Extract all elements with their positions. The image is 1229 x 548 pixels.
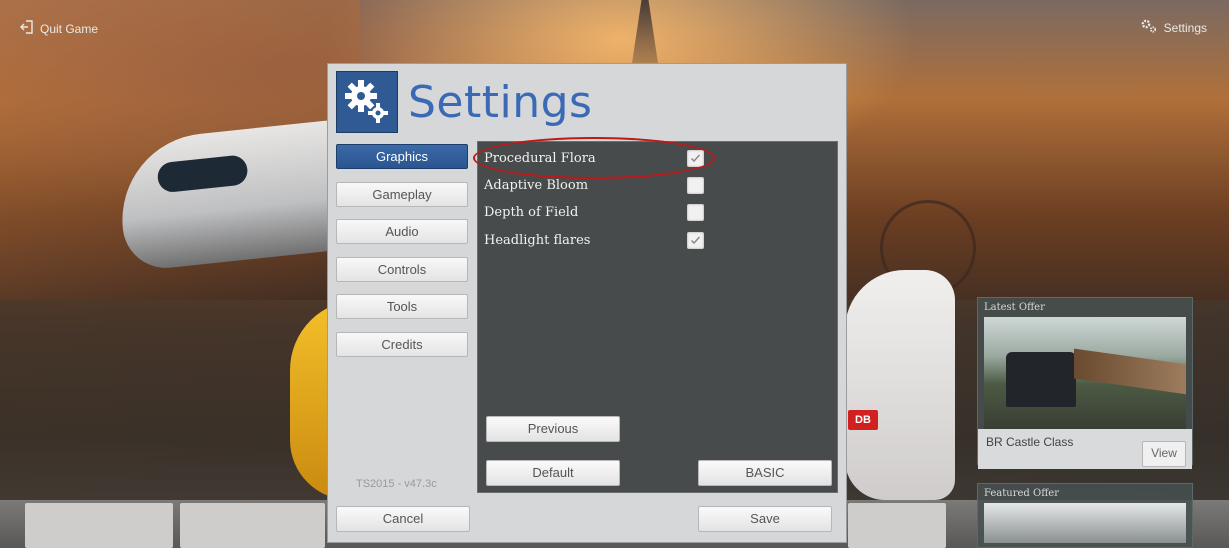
- tab-credits[interactable]: Credits: [336, 332, 468, 357]
- procedural-flora-checkbox[interactable]: [687, 149, 704, 167]
- adaptive-bloom-checkbox[interactable]: [687, 176, 704, 194]
- tab-gameplay[interactable]: Gameplay: [336, 182, 468, 207]
- train-window: [156, 154, 249, 194]
- featured-offer-card[interactable]: Featured Offer: [977, 483, 1193, 548]
- option-headlight-flares[interactable]: Headlight flares: [484, 230, 704, 250]
- featured-offer-image: [984, 503, 1186, 543]
- depth-of-field-checkbox[interactable]: [687, 203, 704, 221]
- coaches: [1074, 348, 1186, 396]
- previous-button[interactable]: Previous: [486, 416, 620, 442]
- latest-offer-footer: BR Castle Class View: [978, 429, 1192, 469]
- settings-dialog: Settings Graphics Gameplay Audio Control…: [327, 63, 847, 543]
- tower-silhouette: [631, 0, 659, 70]
- locomotive: [1006, 352, 1076, 407]
- settings-button[interactable]: Settings: [1140, 18, 1207, 37]
- bottom-tile[interactable]: [848, 503, 946, 548]
- tab-audio[interactable]: Audio: [336, 219, 468, 244]
- settings-label: Settings: [1163, 20, 1207, 35]
- db-logo: DB: [848, 410, 878, 430]
- featured-offer-label: Featured Offer: [984, 488, 1060, 499]
- bottom-tile[interactable]: [25, 503, 173, 548]
- option-depth-of-field[interactable]: Depth of Field: [484, 202, 704, 222]
- tab-graphics[interactable]: Graphics: [336, 144, 468, 169]
- option-adaptive-bloom[interactable]: Adaptive Bloom: [484, 175, 704, 195]
- tab-controls[interactable]: Controls: [336, 257, 468, 282]
- headlight-flares-checkbox[interactable]: [687, 231, 704, 249]
- cancel-button[interactable]: Cancel: [336, 506, 470, 532]
- quit-game-label: Quit Game: [40, 21, 99, 36]
- offer-name: BR Castle Class: [986, 435, 1074, 449]
- save-button[interactable]: Save: [698, 506, 832, 532]
- basic-button[interactable]: BASIC: [698, 460, 832, 486]
- graphics-options-panel: Procedural Flora Adaptive Bloom Depth of…: [477, 141, 838, 493]
- option-label: Adaptive Bloom: [484, 177, 589, 193]
- view-button[interactable]: View: [1142, 441, 1186, 467]
- option-label: Procedural Flora: [484, 150, 596, 166]
- train-db: [845, 270, 955, 500]
- default-button[interactable]: Default: [486, 460, 620, 486]
- tab-tools[interactable]: Tools: [336, 294, 468, 319]
- checkmark-icon: [690, 153, 701, 162]
- option-procedural-flora[interactable]: Procedural Flora: [484, 148, 704, 168]
- latest-offer-image: [984, 317, 1186, 429]
- settings-gear-icon: [336, 71, 398, 133]
- quit-game-button[interactable]: Quit Game: [20, 20, 98, 37]
- option-label: Headlight flares: [484, 232, 591, 248]
- option-label: Depth of Field: [484, 204, 579, 220]
- latest-offer-card[interactable]: Latest Offer BR Castle Class View: [977, 297, 1193, 469]
- checkmark-icon: [690, 235, 701, 244]
- gear-icon: [1140, 18, 1158, 37]
- exit-icon: [20, 20, 34, 37]
- dialog-header: Settings: [336, 71, 592, 133]
- dialog-title: Settings: [408, 76, 593, 128]
- latest-offer-label: Latest Offer: [984, 302, 1045, 313]
- bottom-tile[interactable]: [180, 503, 325, 548]
- version-label: TS2015 - v47.3c: [356, 478, 437, 490]
